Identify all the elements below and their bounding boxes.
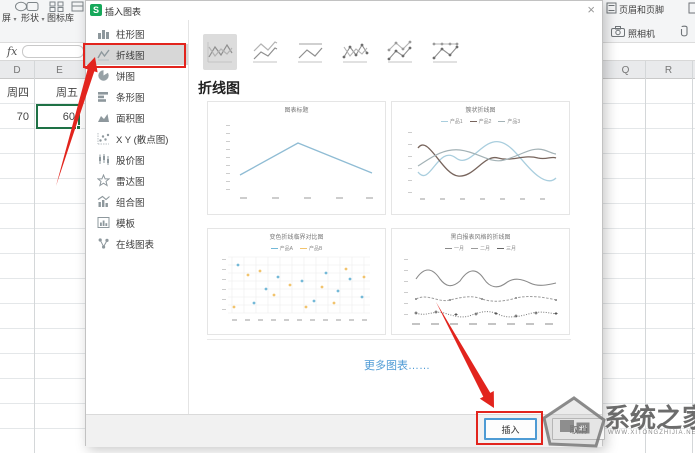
line-100stacked-markers-icon — [430, 38, 460, 66]
sidebar-item-scatter[interactable]: X Y (散点图) — [86, 128, 188, 149]
paperclip-icon — [679, 25, 691, 38]
combo-chart-icon — [97, 195, 110, 208]
preview-chart — [398, 126, 563, 204]
line-stacked-markers-icon — [385, 38, 415, 66]
fx-label: fx — [7, 45, 17, 58]
header-footer-button[interactable]: 页眉和页脚 — [619, 3, 664, 16]
chart-preview-scatter-compare[interactable]: 变色折线临界对比图 产品A 产品B — [207, 228, 386, 335]
chart-preview-bw-report-line[interactable]: 黑白报表风格的折线图 一月 二月 三月 — [391, 228, 570, 335]
sidebar-item-stock[interactable]: 股价图 — [86, 149, 188, 170]
grid-vline — [645, 61, 646, 453]
highlight-box-insert — [476, 411, 543, 445]
sidebar-item-template[interactable]: 模板 — [86, 212, 188, 233]
column-header-d[interactable]: D — [0, 61, 34, 79]
chevron-down-icon: ▾ — [42, 17, 45, 23]
line-stacked-icon — [250, 38, 280, 66]
legend-item: 二月 — [471, 245, 490, 252]
formula-input[interactable] — [22, 45, 84, 58]
chart-preview-clustered-line[interactable]: 簇状折线图 产品1 产品2 产品3 — [391, 101, 570, 215]
section-heading: 折线图 — [198, 78, 240, 98]
legend-item: 产品1 — [441, 118, 463, 125]
legend-item: 产品2 — [470, 118, 492, 125]
preview-chart — [398, 253, 563, 327]
header-footer-icon — [606, 2, 617, 14]
column-header-e[interactable]: E — [34, 61, 85, 79]
line-markers-icon — [340, 38, 370, 66]
cell-thursday[interactable]: 周四 — [0, 79, 29, 104]
wps-logo: S — [90, 4, 102, 16]
cell-friday[interactable]: 周五 — [34, 79, 78, 104]
dialog-title: 插入图表 — [105, 5, 141, 18]
subtype-line-stacked-markers[interactable] — [383, 34, 417, 70]
radar-chart-icon — [97, 174, 110, 187]
close-icon[interactable]: × — [587, 2, 595, 17]
scatter-chart-icon — [97, 132, 110, 145]
camera-icon — [611, 26, 625, 37]
sidebar-item-combo[interactable]: 组合图 — [86, 191, 188, 212]
sidebar-item-radar[interactable]: 雷达图 — [86, 170, 188, 191]
chart-preview-basic-line[interactable]: 图表标题 — [207, 101, 386, 215]
toolbar-shapes-button[interactable]: 形状 ▾ — [21, 11, 45, 24]
pie-chart-icon — [97, 69, 110, 82]
sidebar-item-bar[interactable]: 条形图 — [86, 86, 188, 107]
subtype-line-basic[interactable] — [203, 34, 237, 70]
cancel-button[interactable]: 取消 — [552, 418, 605, 440]
legend-item: 三月 — [497, 245, 516, 252]
area-chart-icon — [97, 111, 110, 124]
preview-title: 变色折线临界对比图 — [208, 235, 385, 242]
stock-chart-icon — [97, 153, 110, 166]
online-chart-icon — [97, 237, 110, 250]
preview-chart — [214, 253, 379, 325]
grid-vline — [692, 61, 693, 453]
toolbar-iconlib-button[interactable]: 图标库 — [47, 11, 74, 24]
preview-title: 黑白报表风格的折线图 — [392, 235, 569, 242]
cell-70[interactable]: 70 — [0, 104, 29, 129]
chart-type-sidebar: 柱形图 折线图 饼图 条形图 面积图 X Y (散点图) 股价图 雷达图 — [86, 20, 189, 414]
chevron-down-icon: ▾ — [14, 17, 17, 23]
template-icon — [97, 216, 110, 229]
highlight-box-line-chart — [83, 43, 186, 68]
subtype-line-100stacked-markers[interactable] — [428, 34, 462, 70]
sidebar-item-area[interactable]: 面积图 — [86, 107, 188, 128]
subtype-line-100stacked[interactable] — [293, 34, 327, 70]
selected-cell-outline — [36, 104, 80, 129]
camera-button[interactable]: 照相机 — [628, 27, 655, 40]
next-row-card-edge — [207, 339, 571, 340]
column-header-q[interactable]: Q — [606, 61, 645, 79]
column-chart-icon — [97, 27, 110, 40]
ribbon-partial-icon — [688, 2, 695, 14]
legend-item: 产品3 — [498, 118, 520, 125]
legend-item: 产品B — [300, 245, 322, 252]
toolbar-screen-button[interactable]: 屏 ▾ — [2, 11, 17, 24]
legend-item: 产品A — [271, 245, 293, 252]
preview-title: 簇状折线图 — [392, 108, 569, 115]
subtype-line-stacked[interactable] — [248, 34, 282, 70]
sidebar-item-pie[interactable]: 饼图 — [86, 65, 188, 86]
line-100stacked-icon — [295, 38, 325, 66]
more-charts-link[interactable]: 更多图表…… — [364, 357, 430, 373]
preview-chart — [214, 117, 379, 207]
sidebar-item-column[interactable]: 柱形图 — [86, 23, 188, 44]
sidebar-item-online[interactable]: 在线图表 — [86, 233, 188, 254]
legend-item: 一月 — [445, 245, 464, 252]
line-basic-icon — [205, 38, 235, 66]
column-header-r[interactable]: R — [645, 61, 692, 79]
preview-title: 图表标题 — [208, 108, 385, 115]
bar-chart-icon — [97, 90, 110, 103]
subtype-line-markers[interactable] — [338, 34, 372, 70]
